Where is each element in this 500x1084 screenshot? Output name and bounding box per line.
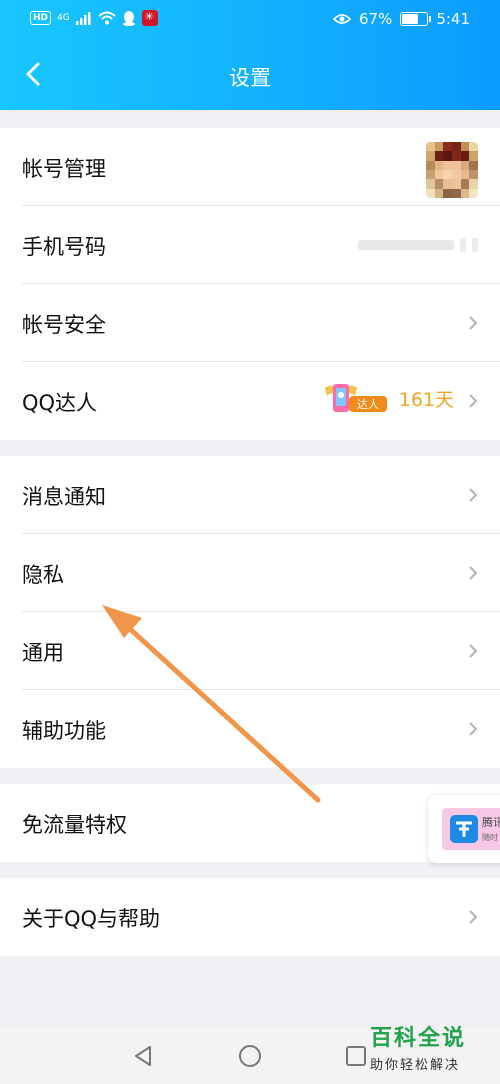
page-title: 设置 bbox=[229, 66, 271, 90]
home-circle-icon[interactable] bbox=[238, 1044, 262, 1068]
hd-badge: HD bbox=[30, 11, 52, 25]
chevron-right-icon bbox=[469, 488, 478, 502]
clock: 5:41 bbox=[436, 10, 470, 28]
talent-info: 达人 161天 bbox=[323, 380, 454, 416]
status-bar: HD 4G 67% bbox=[0, 0, 500, 40]
chevron-right-icon bbox=[469, 722, 478, 736]
red-app-icon bbox=[141, 10, 158, 26]
row-label: 帐号安全 bbox=[22, 313, 106, 337]
chevron-right-icon bbox=[469, 566, 478, 580]
chevron-right-icon bbox=[469, 316, 478, 330]
ad-subtitle: 随时 bbox=[482, 833, 498, 842]
watermark-subtitle: 助你轻松解决 bbox=[370, 1058, 461, 1073]
general-group: 消息通知 隐私 通用 辅助功能 bbox=[0, 456, 500, 768]
chevron-right-icon bbox=[469, 394, 478, 408]
row-label: QQ达人 bbox=[22, 391, 98, 415]
ad-banner: 腾讯 随时 bbox=[442, 808, 500, 850]
data-free-group: 免流量特权 bbox=[0, 784, 500, 862]
row-accessibility[interactable]: 辅助功能 bbox=[0, 690, 500, 768]
row-label: 消息通知 bbox=[22, 485, 106, 509]
signal-icon bbox=[75, 12, 91, 25]
row-label: 免流量特权 bbox=[22, 813, 127, 837]
avatar bbox=[426, 142, 478, 198]
floating-ad-card[interactable]: 腾讯 随时 bbox=[428, 795, 500, 863]
recents-square-icon[interactable] bbox=[345, 1045, 367, 1067]
row-label: 隐私 bbox=[22, 563, 64, 587]
chevron-right-icon bbox=[469, 910, 478, 924]
row-privacy[interactable]: 隐私 bbox=[0, 534, 500, 612]
nav-bar: 设置 bbox=[0, 40, 500, 110]
battery-fill bbox=[402, 14, 419, 24]
blurred-phone-value bbox=[358, 238, 478, 252]
chevron-right-icon bbox=[469, 644, 478, 658]
row-label: 通用 bbox=[22, 641, 64, 665]
watermark: 百科全说 助你轻松解决 bbox=[370, 1020, 496, 1080]
qq-icon bbox=[122, 11, 135, 26]
talent-badge-text: 达人 bbox=[357, 398, 379, 411]
row-label: 手机号码 bbox=[22, 235, 106, 259]
talent-days: 161天 bbox=[398, 388, 454, 411]
app-header: HD 4G 67% bbox=[0, 0, 500, 110]
watermark-title: 百科全说 bbox=[370, 1026, 467, 1051]
row-account-security[interactable]: 帐号安全 bbox=[0, 284, 500, 362]
row-qq-talent[interactable]: QQ达人 达人 161天 bbox=[0, 362, 500, 440]
about-group: 关于QQ与帮助 bbox=[0, 878, 500, 956]
back-triangle-icon[interactable] bbox=[132, 1044, 154, 1068]
row-general[interactable]: 通用 bbox=[0, 612, 500, 690]
eye-icon bbox=[332, 14, 351, 24]
battery-percent: 67% bbox=[358, 10, 393, 28]
row-data-free-privilege[interactable]: 免流量特权 bbox=[0, 784, 500, 862]
row-notifications[interactable]: 消息通知 bbox=[0, 456, 500, 534]
row-phone-number[interactable]: 手机号码 bbox=[0, 206, 500, 284]
battery-icon bbox=[400, 12, 432, 26]
tencent-logo-icon bbox=[450, 815, 478, 843]
row-account-management[interactable]: 帐号管理 bbox=[0, 128, 500, 206]
row-label: 关于QQ与帮助 bbox=[22, 907, 161, 931]
wifi-icon bbox=[98, 11, 116, 25]
network-type: 4G bbox=[57, 13, 70, 23]
talent-badge-icon: 达人 bbox=[323, 380, 393, 416]
account-group: 帐号管理 手机号码 帐号安全 QQ达人 达人 161天 bbox=[0, 128, 500, 440]
row-label: 帐号管理 bbox=[22, 157, 106, 181]
ad-title: 腾讯 bbox=[482, 816, 500, 829]
row-label: 辅助功能 bbox=[22, 719, 106, 743]
row-about-help[interactable]: 关于QQ与帮助 bbox=[0, 878, 500, 956]
